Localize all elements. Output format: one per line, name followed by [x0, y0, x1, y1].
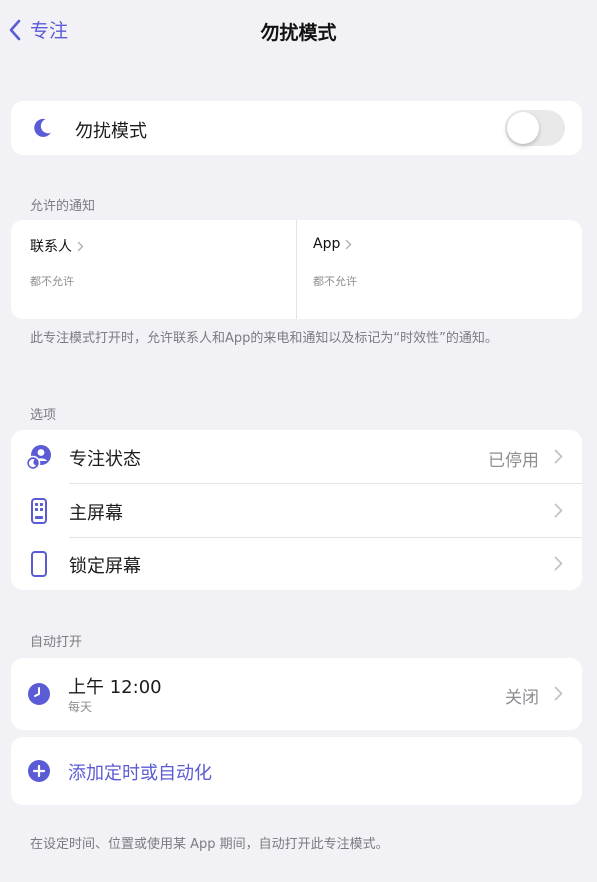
add-schedule-label: 添加定时或自动化: [68, 763, 212, 784]
allowed-section-label: 允许的通知: [30, 199, 96, 214]
home-screen-icon: [31, 498, 47, 524]
schedule-repeat: 每天: [68, 700, 93, 714]
lock-screen-icon: [31, 551, 47, 577]
plus-circle-icon: [28, 760, 50, 782]
dnd-toggle[interactable]: [505, 110, 565, 146]
chevron-right-icon: [554, 503, 563, 518]
schedule-time: 上午 12:00: [68, 677, 162, 698]
allowed-people-subtitle: 都不允许: [30, 275, 74, 288]
options-section-label: 选项: [30, 408, 57, 423]
chevron-right-icon: [554, 449, 563, 464]
chevron-right-icon: [554, 556, 563, 571]
options-card: 专注状态 已停用 主屏幕 锁定屏幕: [11, 430, 582, 590]
option-label: 锁定屏幕: [69, 556, 141, 577]
dnd-label: 勿扰模式: [75, 121, 147, 142]
moon-icon: [34, 118, 51, 137]
dnd-card: 勿扰模式: [11, 101, 582, 155]
focus-status-icon: [25, 445, 51, 471]
allowed-apps[interactable]: App 都不允许: [297, 220, 582, 319]
chevron-right-icon: [554, 686, 563, 701]
option-lock-screen[interactable]: 锁定屏幕: [11, 537, 582, 590]
chevron-right-icon: [77, 241, 84, 251]
clock-icon: [28, 683, 50, 705]
option-focus-status[interactable]: 专注状态 已停用: [11, 430, 582, 483]
auto-footnote: 在设定时间、位置或使用某 App 期间，自动打开此专注模式。: [30, 837, 389, 852]
allowed-footnote: 此专注模式打开时，允许联系人和App的来电和通知以及标记为“时效性”的通知。: [30, 331, 498, 346]
chevron-right-icon: [346, 239, 352, 249]
allowed-people[interactable]: 联系人 都不允许: [11, 220, 296, 319]
allowed-apps-subtitle: 都不允许: [313, 275, 357, 288]
option-value: 已停用: [488, 451, 539, 471]
schedule-row[interactable]: 上午 12:00 每天 关闭: [11, 658, 582, 730]
allowed-apps-title: App: [313, 236, 341, 252]
allowed-people-title: 联系人: [30, 239, 72, 255]
page-title: 勿扰模式: [260, 22, 337, 44]
schedule-value: 关闭: [505, 688, 539, 708]
allowed-notifications-card: 联系人 都不允许 App 都不允许: [11, 220, 582, 319]
allowed-apps-title-wrap: App: [313, 236, 352, 252]
option-label: 专注状态: [69, 449, 141, 470]
option-home-screen[interactable]: 主屏幕: [11, 484, 582, 537]
nav-bar: 专注 勿扰模式: [0, 0, 597, 62]
auto-section-label: 自动打开: [30, 635, 83, 650]
add-schedule-button[interactable]: 添加定时或自动化: [11, 737, 582, 805]
allowed-people-title-wrap: 联系人: [30, 236, 84, 256]
toggle-knob: [507, 112, 539, 144]
option-label: 主屏幕: [69, 503, 123, 524]
